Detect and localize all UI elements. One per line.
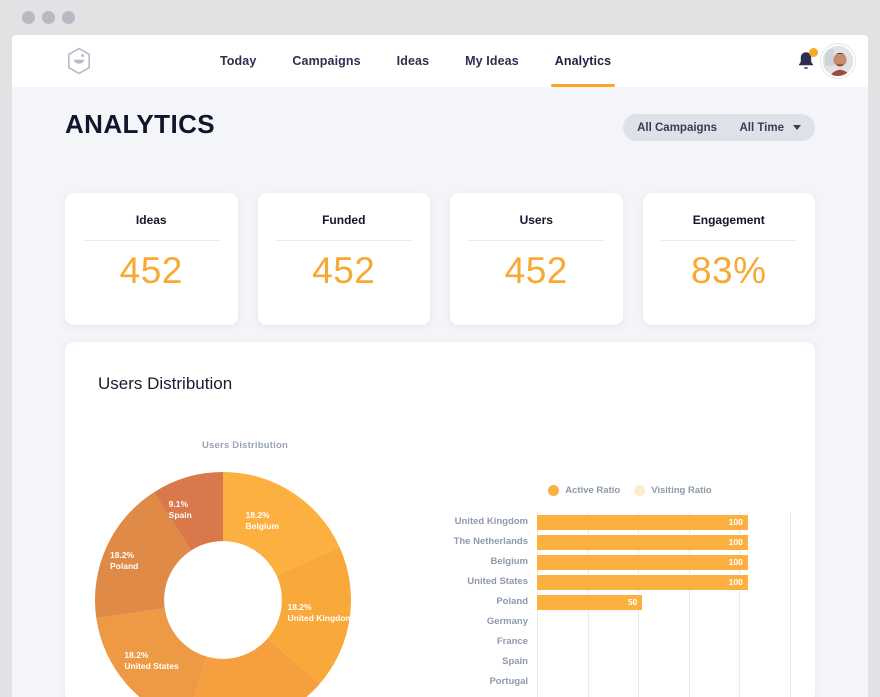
divider xyxy=(468,240,605,241)
stat-label: Ideas xyxy=(135,213,167,227)
stat-card-ideas[interactable]: Ideas 452 xyxy=(65,193,238,325)
chevron-down-icon xyxy=(793,125,801,130)
browser-window: Today Campaigns Ideas My Ideas Analytics xyxy=(0,0,880,697)
stat-value: 452 xyxy=(119,250,183,291)
stat-label: Engagement xyxy=(692,213,765,227)
bar-row[interactable]: Poland 50 xyxy=(435,592,795,612)
legend-label: Visiting Ratio xyxy=(651,485,712,496)
window-minimize-dot[interactable] xyxy=(42,11,55,24)
donut-chart-caption: Users Distribution xyxy=(202,440,288,451)
divider xyxy=(275,240,412,241)
bar-row[interactable]: The Netherlands 100 xyxy=(435,532,795,552)
bar-track: 100 xyxy=(537,512,790,532)
stat-label: Funded xyxy=(322,213,366,227)
bar-category-label: The Netherlands xyxy=(453,536,528,547)
user-avatar[interactable] xyxy=(821,44,855,78)
filter-label: All Campaigns xyxy=(637,121,717,134)
bar-value-label: 100 xyxy=(728,537,743,547)
nav-label: Today xyxy=(220,54,257,68)
page-header: ANALYTICS All Campaigns All Time xyxy=(12,87,868,164)
bar-row[interactable]: Portugal xyxy=(435,672,795,692)
bar-track: 50 xyxy=(537,592,790,612)
bar-row[interactable]: France xyxy=(435,632,795,652)
bar-track: 100 xyxy=(537,572,790,592)
nav-label: Campaigns xyxy=(292,54,361,68)
bar-category-label: Spain xyxy=(502,656,528,667)
stat-card-users[interactable]: Users 452 xyxy=(450,193,623,325)
hexagon-logo-icon[interactable] xyxy=(65,47,93,75)
nav-label: Ideas xyxy=(396,54,430,68)
bar-category-label: Poland xyxy=(496,596,528,607)
stat-cards-row: Ideas 452 Funded 452 Users 452 Engagemen… xyxy=(65,193,815,325)
bar-chart-legend: Active Ratio Visiting Ratio xyxy=(465,485,795,496)
bar-row[interactable]: United Kingdom 100 xyxy=(435,512,795,532)
top-navigation-bar: Today Campaigns Ideas My Ideas Analytics xyxy=(12,35,868,87)
bar-row[interactable]: Belgium 100 xyxy=(435,552,795,572)
bar-category-label: United States xyxy=(467,576,528,587)
donut-slice[interactable] xyxy=(96,608,207,697)
stat-value: 452 xyxy=(504,250,568,291)
bar-value-label: 100 xyxy=(728,517,743,527)
filter-label: All Time xyxy=(739,121,784,134)
legend-swatch xyxy=(634,485,646,496)
legend-item-visiting-ratio[interactable]: Visiting Ratio xyxy=(634,485,712,496)
notification-badge-dot xyxy=(809,48,818,57)
bar-row[interactable]: Germany xyxy=(435,612,795,632)
page-title: ANALYTICS xyxy=(65,109,215,139)
bar-category-label: Belgium xyxy=(490,556,528,567)
panel-title: Users Distribution xyxy=(98,374,233,393)
legend-label: Active Ratio xyxy=(565,485,621,496)
bar-category-label: Germany xyxy=(486,616,528,627)
nav-item-today[interactable]: Today xyxy=(202,35,274,87)
stat-card-engagement[interactable]: Engagement 83% xyxy=(642,193,815,325)
users-distribution-panel: Users Distribution Users Distribution 18… xyxy=(65,342,815,697)
nav-item-ideas[interactable]: Ideas xyxy=(379,35,447,87)
stat-card-funded[interactable]: Funded 452 xyxy=(257,193,430,325)
bar-value-label: 100 xyxy=(728,577,743,587)
nav-label: Analytics xyxy=(554,54,612,68)
legend-item-active-ratio[interactable]: Active Ratio xyxy=(548,485,620,496)
bar-track xyxy=(537,612,790,632)
divider xyxy=(83,240,220,241)
window-chrome xyxy=(0,0,880,35)
stat-label: Users xyxy=(519,213,553,227)
nav-label: My Ideas xyxy=(465,54,519,68)
window-close-dot[interactable] xyxy=(22,11,35,24)
bar-track: 100 xyxy=(537,552,790,572)
bar-chart: United Kingdom 100 The Netherlands 100 Belgi… xyxy=(435,512,795,697)
stat-value: 452 xyxy=(312,250,376,291)
bar-row[interactable]: United States 100 xyxy=(435,572,795,592)
bar-track: 100 xyxy=(537,532,790,552)
donut-chart[interactable]: 18.2% Belgium 18.2% United Kingdom 18.2% Unit… xyxy=(90,467,420,697)
bar-track xyxy=(537,632,790,652)
bar-value-label: 100 xyxy=(728,557,743,567)
bar-category-label: Portugal xyxy=(489,676,528,687)
bar-track xyxy=(537,652,790,672)
nav-item-my-ideas[interactable]: My Ideas xyxy=(447,35,537,87)
bar-value-label: 50 xyxy=(627,597,638,607)
nav-item-analytics[interactable]: Analytics xyxy=(537,35,629,87)
bar-track xyxy=(537,672,790,692)
nav-item-campaigns[interactable]: Campaigns xyxy=(274,35,378,87)
divider xyxy=(660,240,797,241)
legend-swatch xyxy=(548,485,560,496)
stat-value: 83% xyxy=(690,250,767,291)
app-viewport: Today Campaigns Ideas My Ideas Analytics xyxy=(12,35,868,697)
nav-items: Today Campaigns Ideas My Ideas Analytics xyxy=(202,35,629,87)
window-maximize-dot[interactable] xyxy=(62,11,75,24)
bar-category-label: France xyxy=(496,636,528,647)
filter-all-time[interactable]: All Time xyxy=(725,114,815,141)
bar-category-label: United Kingdom xyxy=(454,516,528,527)
bar-row[interactable]: Spain xyxy=(435,652,795,672)
